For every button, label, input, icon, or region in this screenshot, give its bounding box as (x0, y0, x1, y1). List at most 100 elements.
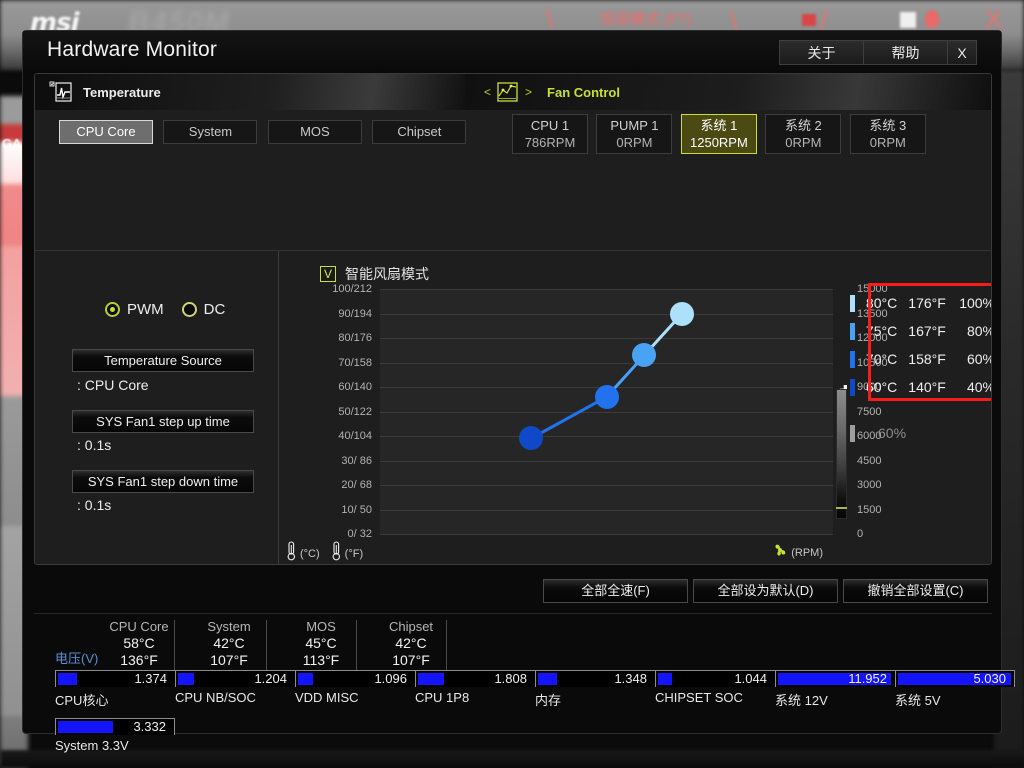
y-axis-tick-temp: 100/212 (332, 283, 372, 295)
temperature-source-button[interactable]: Temperature Source (72, 349, 254, 372)
thermometer-icon (330, 541, 343, 564)
table-row[interactable]: 70°C 158°F 60% (850, 345, 991, 373)
chevron-right-icon[interactable]: > (525, 85, 532, 99)
fan-tab-pump1-rpm: 0RPM (616, 135, 653, 150)
fan-curve-plot[interactable]: 100/212 15000 90/194 13500 80/176 12000 70/… (332, 283, 887, 540)
smart-fan-mode-checkbox[interactable]: V 智能风扇模式 (320, 264, 429, 284)
voltage-item: 3.332 System 3.3V (55, 718, 175, 753)
voltage-label: CHIPSET SOC (655, 690, 743, 705)
current-duty-value: 60% (878, 425, 907, 441)
voltage-value: 1.374 (134, 671, 167, 686)
readout-name: System (207, 619, 251, 634)
curve-point-75[interactable] (632, 343, 657, 368)
readout-chipset: Chipset 42°C 107°F (366, 618, 456, 669)
fan-tab-sys3-label: 系统 3 (869, 118, 907, 133)
undo-all-button[interactable]: 撤销全部设置(C) (843, 579, 988, 603)
voltage-label: CPU 1P8 (415, 690, 470, 705)
fan-tab-sys1-label: 系统 1 (700, 118, 738, 133)
fan-speed-slider[interactable] (836, 389, 847, 519)
row-celsius: 75°C (865, 323, 898, 339)
fan-curve-table: 80°C 176°F 100% 75°C 167°F 80% 70°C 158°… (850, 283, 991, 447)
readout-system: System 42°C 107°F (184, 618, 274, 669)
radio-pwm[interactable]: PWM (105, 301, 164, 318)
curve-point-70[interactable] (594, 384, 619, 409)
y-axis-tick-temp: 50/122 (335, 405, 372, 418)
row-celsius: 70°C (865, 351, 898, 367)
readout-name: Chipset (388, 619, 434, 634)
fan-tab-pump1[interactable]: PUMP 1 0RPM (596, 114, 673, 154)
voltage-label: 内存 (535, 693, 562, 708)
celsius-label: (°C) (300, 547, 320, 560)
temp-source-cpu-core[interactable]: CPU Core (59, 120, 153, 144)
temp-source-mos[interactable]: MOS (267, 120, 362, 144)
row-color-swatch (850, 322, 855, 340)
tab-temperature[interactable]: Temperature (35, 74, 465, 110)
row-color-swatch (850, 378, 855, 396)
row-celsius: 60°C (865, 379, 898, 395)
tab-fan-control[interactable]: < > Fan Control (465, 74, 991, 110)
tab-temperature-label: Temperature (83, 84, 161, 100)
radio-pwm-dot (105, 302, 120, 317)
voltage-bar: 1.374 (55, 670, 175, 687)
y-axis-tick-temp: 80/176 (335, 332, 372, 344)
y-axis-tick-temp: 30/ 86 (338, 454, 372, 467)
voltage-item: 5.030 系统 5V (895, 670, 1015, 708)
fan-tab-sys3[interactable]: 系统 3 0RPM (849, 114, 926, 154)
gridline (380, 534, 833, 535)
voltage-bar-fill (658, 673, 672, 685)
all-default-button[interactable]: 全部设为默认(D) (693, 579, 838, 603)
y-axis-tick-temp: 60/140 (335, 381, 372, 393)
readout-divider (446, 620, 447, 670)
readout-divider (356, 620, 357, 670)
fan-settings-column: PWM DC Temperature Source : CPU Core SYS… (61, 251, 279, 564)
y-axis-tick-rpm: 4500 (857, 454, 882, 467)
temp-source-system[interactable]: System (163, 120, 258, 144)
y-axis-tick-temp: 10/ 50 (338, 503, 372, 516)
step-up-time-button[interactable]: SYS Fan1 step up time (72, 410, 254, 433)
voltage-value: 1.096 (374, 671, 407, 686)
curve-point-60[interactable] (519, 426, 543, 451)
readout-mos: MOS 45°C 113°F (276, 618, 366, 669)
readout-fahrenheit: 107°F (392, 652, 430, 668)
temperature-graph-icon (49, 81, 73, 103)
voltage-row-2: 3.332 System 3.3V (55, 718, 971, 760)
step-down-time-button[interactable]: SYS Fan1 step down time (72, 470, 254, 493)
help-button[interactable]: 帮助 (863, 40, 947, 65)
readout-fahrenheit: 107°F (210, 652, 248, 668)
section-tabs: Temperature < > Fan Control (35, 74, 991, 110)
all-full-speed-button[interactable]: 全部全速(F) (543, 579, 688, 603)
radio-dc-label: DC (203, 301, 226, 318)
radio-pwm-label: PWM (127, 301, 164, 318)
fan-tab-sys2[interactable]: 系统 2 0RPM (765, 114, 842, 154)
chevron-left-icon[interactable]: < (484, 85, 491, 99)
readout-celsius: 42°C (213, 635, 245, 651)
table-row[interactable]: 60°C 140°F 40% (850, 373, 991, 401)
gridline (380, 436, 833, 437)
voltage-title: 电压(V) (55, 651, 99, 666)
step-up-time-value: : 0.1s (77, 437, 112, 453)
page-title: Hardware Monitor (47, 38, 218, 61)
temp-source-chipset[interactable]: Chipset (372, 120, 467, 144)
voltage-item: 1.044 CHIPSET SOC (655, 670, 775, 705)
table-row[interactable]: 80°C 176°F 100% (850, 289, 991, 317)
voltage-value: 1.044 (734, 671, 767, 686)
radio-dc[interactable]: DC (181, 301, 226, 318)
rpm-axis-legend: (RPM) (771, 541, 833, 564)
tab-fan-control-label: Fan Control (547, 84, 620, 100)
bios-left-badge: GA (2, 136, 22, 151)
row-color-swatch (850, 294, 855, 312)
close-button[interactable]: X (947, 40, 977, 65)
table-row[interactable]: 75°C 167°F 80% (850, 317, 991, 345)
fan-tab-sys1[interactable]: 系统 1 1250RPM (680, 114, 757, 154)
row-duty: 60% (966, 351, 991, 367)
gridline (380, 485, 833, 486)
fan-tab-sys2-rpm: 0RPM (785, 135, 822, 150)
fahrenheit-label: (°F) (344, 547, 364, 560)
curve-point-80[interactable] (670, 301, 694, 326)
voltage-bar: 11.952 (775, 670, 895, 687)
gridline (380, 362, 833, 364)
voltage-bar-fill (178, 673, 194, 685)
fan-tab-cpu1[interactable]: CPU 1 786RPM (512, 114, 588, 154)
voltage-bar: 1.808 (415, 670, 535, 687)
about-button[interactable]: 关于 (779, 40, 863, 65)
